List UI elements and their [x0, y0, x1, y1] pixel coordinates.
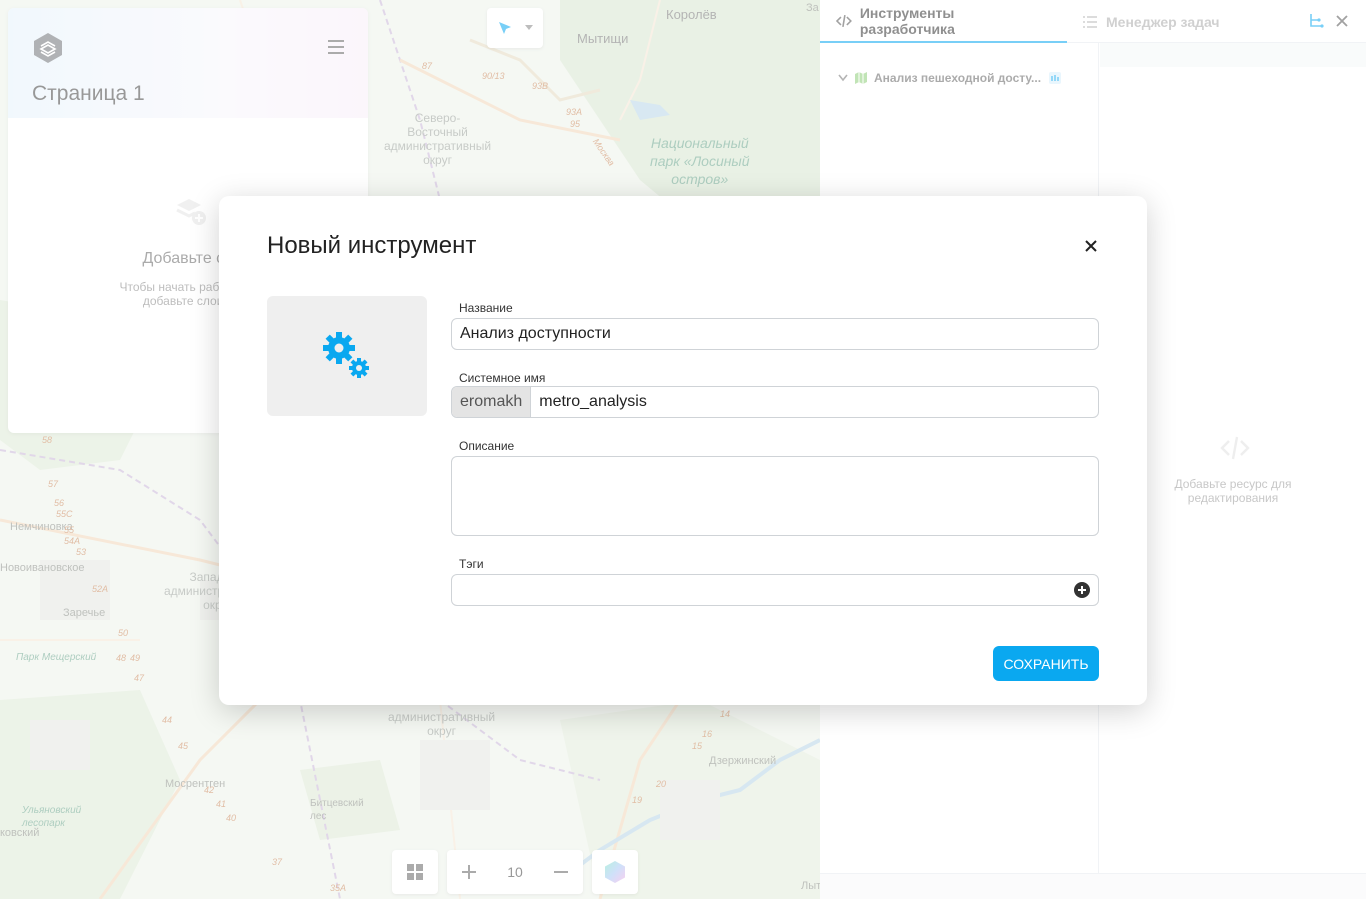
gears-icon	[323, 332, 369, 378]
map-label-kovsky: ковский	[0, 827, 40, 839]
road-number: 45	[178, 741, 189, 751]
map-label-lyt: Лыт	[801, 880, 820, 892]
road-number: 37	[272, 857, 283, 867]
road-number: 48	[116, 653, 127, 663]
road-number: 14	[720, 709, 731, 719]
list-icon	[1083, 15, 1097, 28]
road-number: 52А	[92, 584, 109, 594]
map-label-mosrentgen: Мосрентген	[165, 778, 226, 790]
map-label-uao: административный округ	[388, 710, 496, 738]
sysname-field[interactable]: eromakh metro_analysis	[451, 386, 1099, 418]
editor-toolbar	[1100, 43, 1366, 67]
sysname-value: metro_analysis	[539, 393, 647, 410]
map-label-novoivanovskoe: Новоивановское	[0, 562, 85, 574]
code-icon	[836, 14, 852, 27]
developer-panel-tabs: Инструменты разработчика Менеджер задач	[820, 0, 1366, 43]
tab-dev-tools[interactable]: Инструменты разработчика	[820, 0, 1067, 43]
road-number: 44	[162, 715, 173, 725]
road-number: 90/13	[482, 71, 505, 81]
tab-task-manager-label: Менеджер задач	[1106, 13, 1220, 30]
road-number: 40	[226, 813, 237, 823]
hexagon-icon	[605, 861, 625, 883]
menu-icon[interactable]	[328, 40, 344, 54]
basemap-grid-button[interactable]	[392, 850, 438, 894]
app-logo-icon[interactable]	[32, 32, 64, 64]
tool-icon-picker[interactable]	[267, 296, 427, 416]
save-button[interactable]: СОХРАНИТЬ	[993, 646, 1099, 681]
description-label: Описание	[459, 439, 515, 453]
add-tag-icon[interactable]	[1074, 582, 1090, 598]
zoom-out-icon[interactable]	[553, 864, 569, 880]
road-number: 58	[42, 435, 53, 445]
name-label: Название	[459, 301, 513, 315]
tab-task-manager[interactable]: Менеджер задач	[1082, 0, 1220, 43]
map-icon	[855, 72, 867, 84]
tree-item-analysis[interactable]: Анализ пешеходной досту...	[838, 71, 1062, 85]
dialog-title: Новый инструмент	[267, 232, 477, 259]
developer-panel-footer	[820, 873, 1366, 899]
map-label-bitsevsky: Битцевский лес	[310, 798, 364, 822]
road-number: 35А	[330, 883, 347, 893]
name-value: Анализ доступности	[460, 325, 611, 342]
chevron-down-icon[interactable]	[838, 74, 848, 82]
map-label-dzerzhinsky: Дзержинский	[709, 755, 777, 767]
page-title: Страница 1	[32, 82, 145, 105]
add-layer-icon	[173, 193, 207, 227]
road-number: 49	[130, 653, 141, 663]
tab-dev-tools-label: Инструменты разработчика	[859, 4, 955, 37]
map-label-svao: Северо- Восточный административный округ	[384, 111, 492, 167]
road-number: 42	[204, 785, 215, 795]
road-number: 53	[76, 547, 87, 557]
select-tool-button[interactable]	[487, 8, 543, 48]
road-number: 16	[702, 729, 713, 739]
map-label-mytishchi: Мытищи	[577, 31, 629, 46]
sysname-label: Системное имя	[459, 371, 546, 385]
map-label-zarechye: Заречье	[63, 607, 106, 619]
road-number: 87	[422, 61, 433, 71]
hierarchy-icon[interactable]	[1308, 13, 1324, 29]
zoom-in-icon[interactable]	[461, 864, 477, 880]
zoom-control: 10	[447, 850, 583, 894]
map-label-park-losiny: Национальный парк «Лосиный остров»	[650, 135, 750, 187]
sysname-prefix: eromakh	[452, 387, 532, 417]
cursor-icon	[499, 22, 512, 34]
road-number: 47	[134, 673, 145, 683]
chart-icon	[1049, 72, 1062, 84]
code-icon	[1220, 436, 1250, 460]
road-number: 57	[48, 479, 59, 489]
chevron-down-icon[interactable]	[524, 24, 534, 32]
tags-field[interactable]	[451, 574, 1099, 606]
tags-label: Тэги	[459, 557, 484, 571]
close-icon[interactable]	[1083, 238, 1099, 254]
new-tool-dialog: Новый инструмент Название Анализ доступн…	[219, 196, 1147, 705]
grid-icon	[407, 864, 423, 880]
map-label-park-meshchersky: Парк Мещерский	[16, 652, 97, 663]
map-label-korolev: Королёв	[666, 7, 717, 22]
road-number: 50	[118, 628, 129, 638]
close-icon[interactable]	[1334, 13, 1350, 29]
zoom-level: 10	[507, 864, 523, 880]
road-number: 20	[656, 779, 667, 789]
empty-editor-text: Добавьте ресурс для редактирования	[1174, 477, 1292, 505]
road-number: 93В	[532, 81, 549, 91]
map-label-za: За	[806, 2, 819, 14]
road-number: 95	[570, 119, 581, 129]
tree-item-label: Анализ пешеходной досту...	[874, 71, 1042, 85]
road-number: 41	[216, 799, 227, 809]
description-field[interactable]	[451, 456, 1099, 536]
name-field[interactable]: Анализ доступности	[451, 318, 1099, 350]
road-number: 15	[692, 741, 703, 751]
road-number: 19	[632, 795, 643, 805]
layer-style-button[interactable]	[592, 850, 638, 894]
road-number: 55С	[56, 509, 73, 519]
